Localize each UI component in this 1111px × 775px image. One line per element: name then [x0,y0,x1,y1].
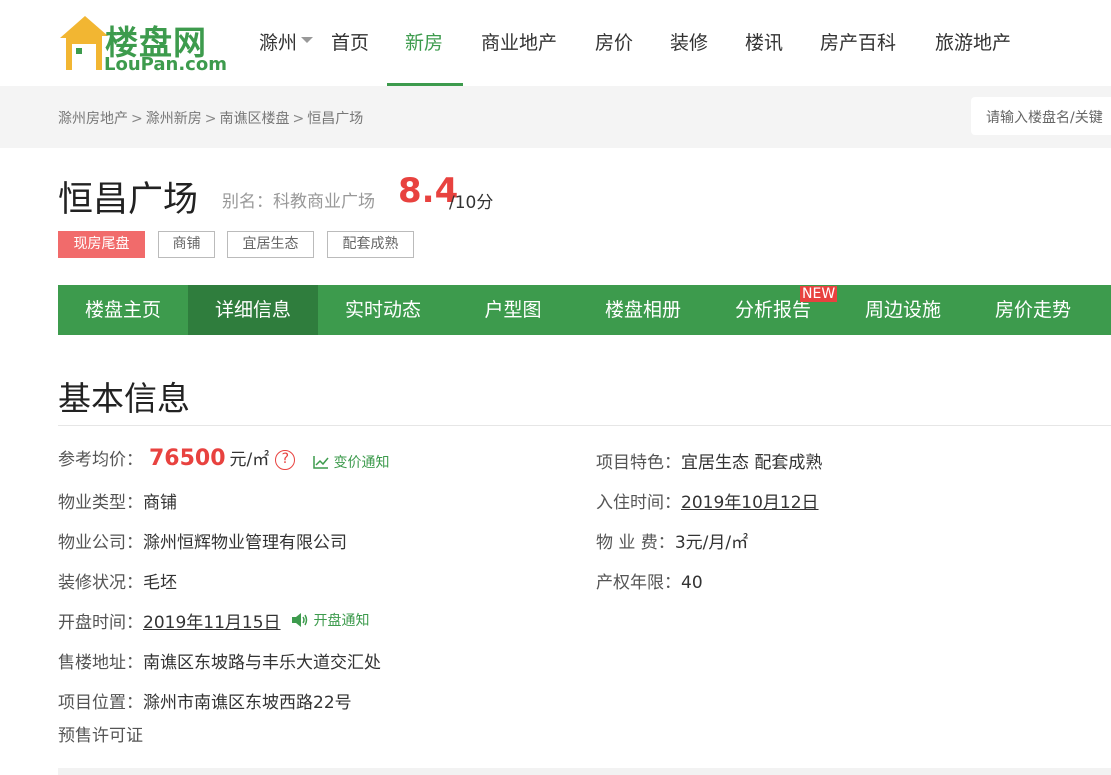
alias-label: 别名： [222,192,273,212]
breadcrumb-separator: > [131,111,143,127]
nav-item-decoration[interactable]: 装修 [670,28,708,55]
price-change-notify-button[interactable]: 变价通知 [313,452,389,472]
breadcrumb-item-current[interactable]: 恒昌广场 [307,111,363,127]
rating-scale: /10分 [449,193,494,213]
open-notify-label: 开盘通知 [313,613,370,629]
tab-surroundings[interactable]: 周边设施 [838,285,968,335]
breadcrumb: 滁州房地产 > 滁州新房 > 南谯区楼盘 > 恒昌广场 [58,108,363,128]
type-value: 商铺 [143,493,177,513]
movein-row: 入住时间：2019年10月12日 [596,488,819,513]
tab-price-trend[interactable]: 房价走势 [968,285,1098,335]
company-row: 物业公司：滁州恒辉物业管理有限公司 [58,528,347,553]
site-header: 楼盘网 LouPan.com 滁州 首页 新房 商业地产 房价 装修 楼讯 房产… [0,0,1111,86]
sales-address-row: 售楼地址：南谯区东坡路与丰乐大道交汇处 [58,648,381,673]
feature-value: 宜居生态 配套成熟 [681,453,823,473]
open-label: 开盘时间： [58,613,143,633]
sales-label: 售楼地址： [58,653,143,673]
tab-details[interactable]: 详细信息 [188,285,318,335]
tag-facilities: 配套成熟 [327,231,414,258]
nav-item-commercial[interactable]: 商业地产 [481,28,557,55]
project-alias: 别名：科教商业广场 [222,187,375,212]
tab-updates[interactable]: 实时动态 [318,285,448,335]
search-input[interactable]: 请输入楼盘名/关键 [971,97,1111,135]
tab-album[interactable]: 楼盘相册 [578,285,708,335]
price-label: 参考均价： [58,450,143,470]
permit-label: 预售许可证 [58,726,143,746]
company-value: 滁州恒辉物业管理有限公司 [143,533,347,553]
term-row: 产权年限：40 [596,568,703,593]
breadcrumb-item[interactable]: 滁州新房 [146,111,202,127]
feature-row: 项目特色：宜居生态 配套成熟 [596,448,822,473]
tab-floorplans[interactable]: 户型图 [448,285,578,335]
term-label: 产权年限： [596,573,681,593]
page-title: 恒昌广场 [58,180,199,220]
nav-item-encyclopedia[interactable]: 房产百科 [820,28,896,55]
decor-value: 毛坯 [143,573,177,593]
breadcrumb-separator: > [292,111,305,127]
sales-value: 南谯区东坡路与丰乐大道交汇处 [143,653,381,673]
nav-item-news[interactable]: 楼讯 [745,28,783,55]
site-logo[interactable]: 楼盘网 LouPan.com [58,8,233,75]
chevron-down-icon[interactable] [301,37,313,43]
tab-home[interactable]: 楼盘主页 [58,285,188,335]
term-value: 40 [681,573,703,593]
location-row: 项目位置：滁州市南谯区东坡西路22号 [58,688,352,713]
speaker-icon [292,613,308,627]
location-value: 滁州市南谯区东坡西路22号 [143,693,352,713]
breadcrumb-bar: 滁州房地产 > 滁州新房 > 南谯区楼盘 > 恒昌广场 [0,86,1111,148]
feature-label: 项目特色： [596,453,681,473]
location-label: 项目位置： [58,693,143,713]
project-tabs: 楼盘主页 详细信息 实时动态 户型图 楼盘相册 分析报告 周边设施 房价走势 [58,285,1111,335]
tag-livable: 宜居生态 [227,231,314,258]
decor-label: 装修状况： [58,573,143,593]
type-row: 物业类型：商铺 [58,488,177,513]
new-badge: NEW [800,286,838,302]
price-value: 76500 [149,446,226,471]
decor-row: 装修状况：毛坯 [58,568,177,593]
type-label: 物业类型： [58,493,143,513]
open-notify-button[interactable]: 开盘通知 [291,610,369,630]
fee-value: 3元/月/㎡ [674,533,749,553]
trend-chart-icon [313,456,329,469]
open-date-link[interactable]: 2019年11月15日 [143,613,281,633]
alias-value: 科教商业广场 [273,192,375,212]
price-notify-label: 变价通知 [333,455,390,471]
help-icon[interactable]: ? [275,450,296,470]
company-label: 物业公司： [58,533,143,553]
city-selector[interactable]: 滁州 [259,28,297,55]
open-row: 开盘时间：2019年11月15日 [58,608,281,633]
logo-domain: LouPan.com [104,54,227,75]
status-badge: 现房尾盘 [58,231,145,258]
tag-shops: 商铺 [158,231,215,258]
movein-label: 入住时间： [596,493,681,513]
nav-item-new-homes[interactable]: 新房 [405,28,443,55]
breadcrumb-item[interactable]: 南谯区楼盘 [219,111,289,127]
nav-item-home[interactable]: 首页 [331,28,369,55]
nav-item-prices[interactable]: 房价 [595,28,633,55]
breadcrumb-item[interactable]: 滁州房地产 [58,111,128,127]
section-divider [58,425,1111,426]
price-unit: 元/㎡ [229,450,270,470]
price-row: 参考均价： 76500 元/㎡? [58,445,296,471]
section-footer-bar [58,768,1111,775]
section-title: 基本信息 [58,379,190,418]
breadcrumb-separator: > [204,111,217,127]
nav-item-tourism[interactable]: 旅游地产 [935,28,1011,55]
fee-row: 物 业 费：3元/月/㎡ [596,528,748,553]
movein-date-link[interactable]: 2019年10月12日 [681,493,819,513]
house-logo-icon [60,16,108,70]
permit-row: 预售许可证 [58,721,143,746]
fee-label: 物 业 费： [596,533,675,553]
